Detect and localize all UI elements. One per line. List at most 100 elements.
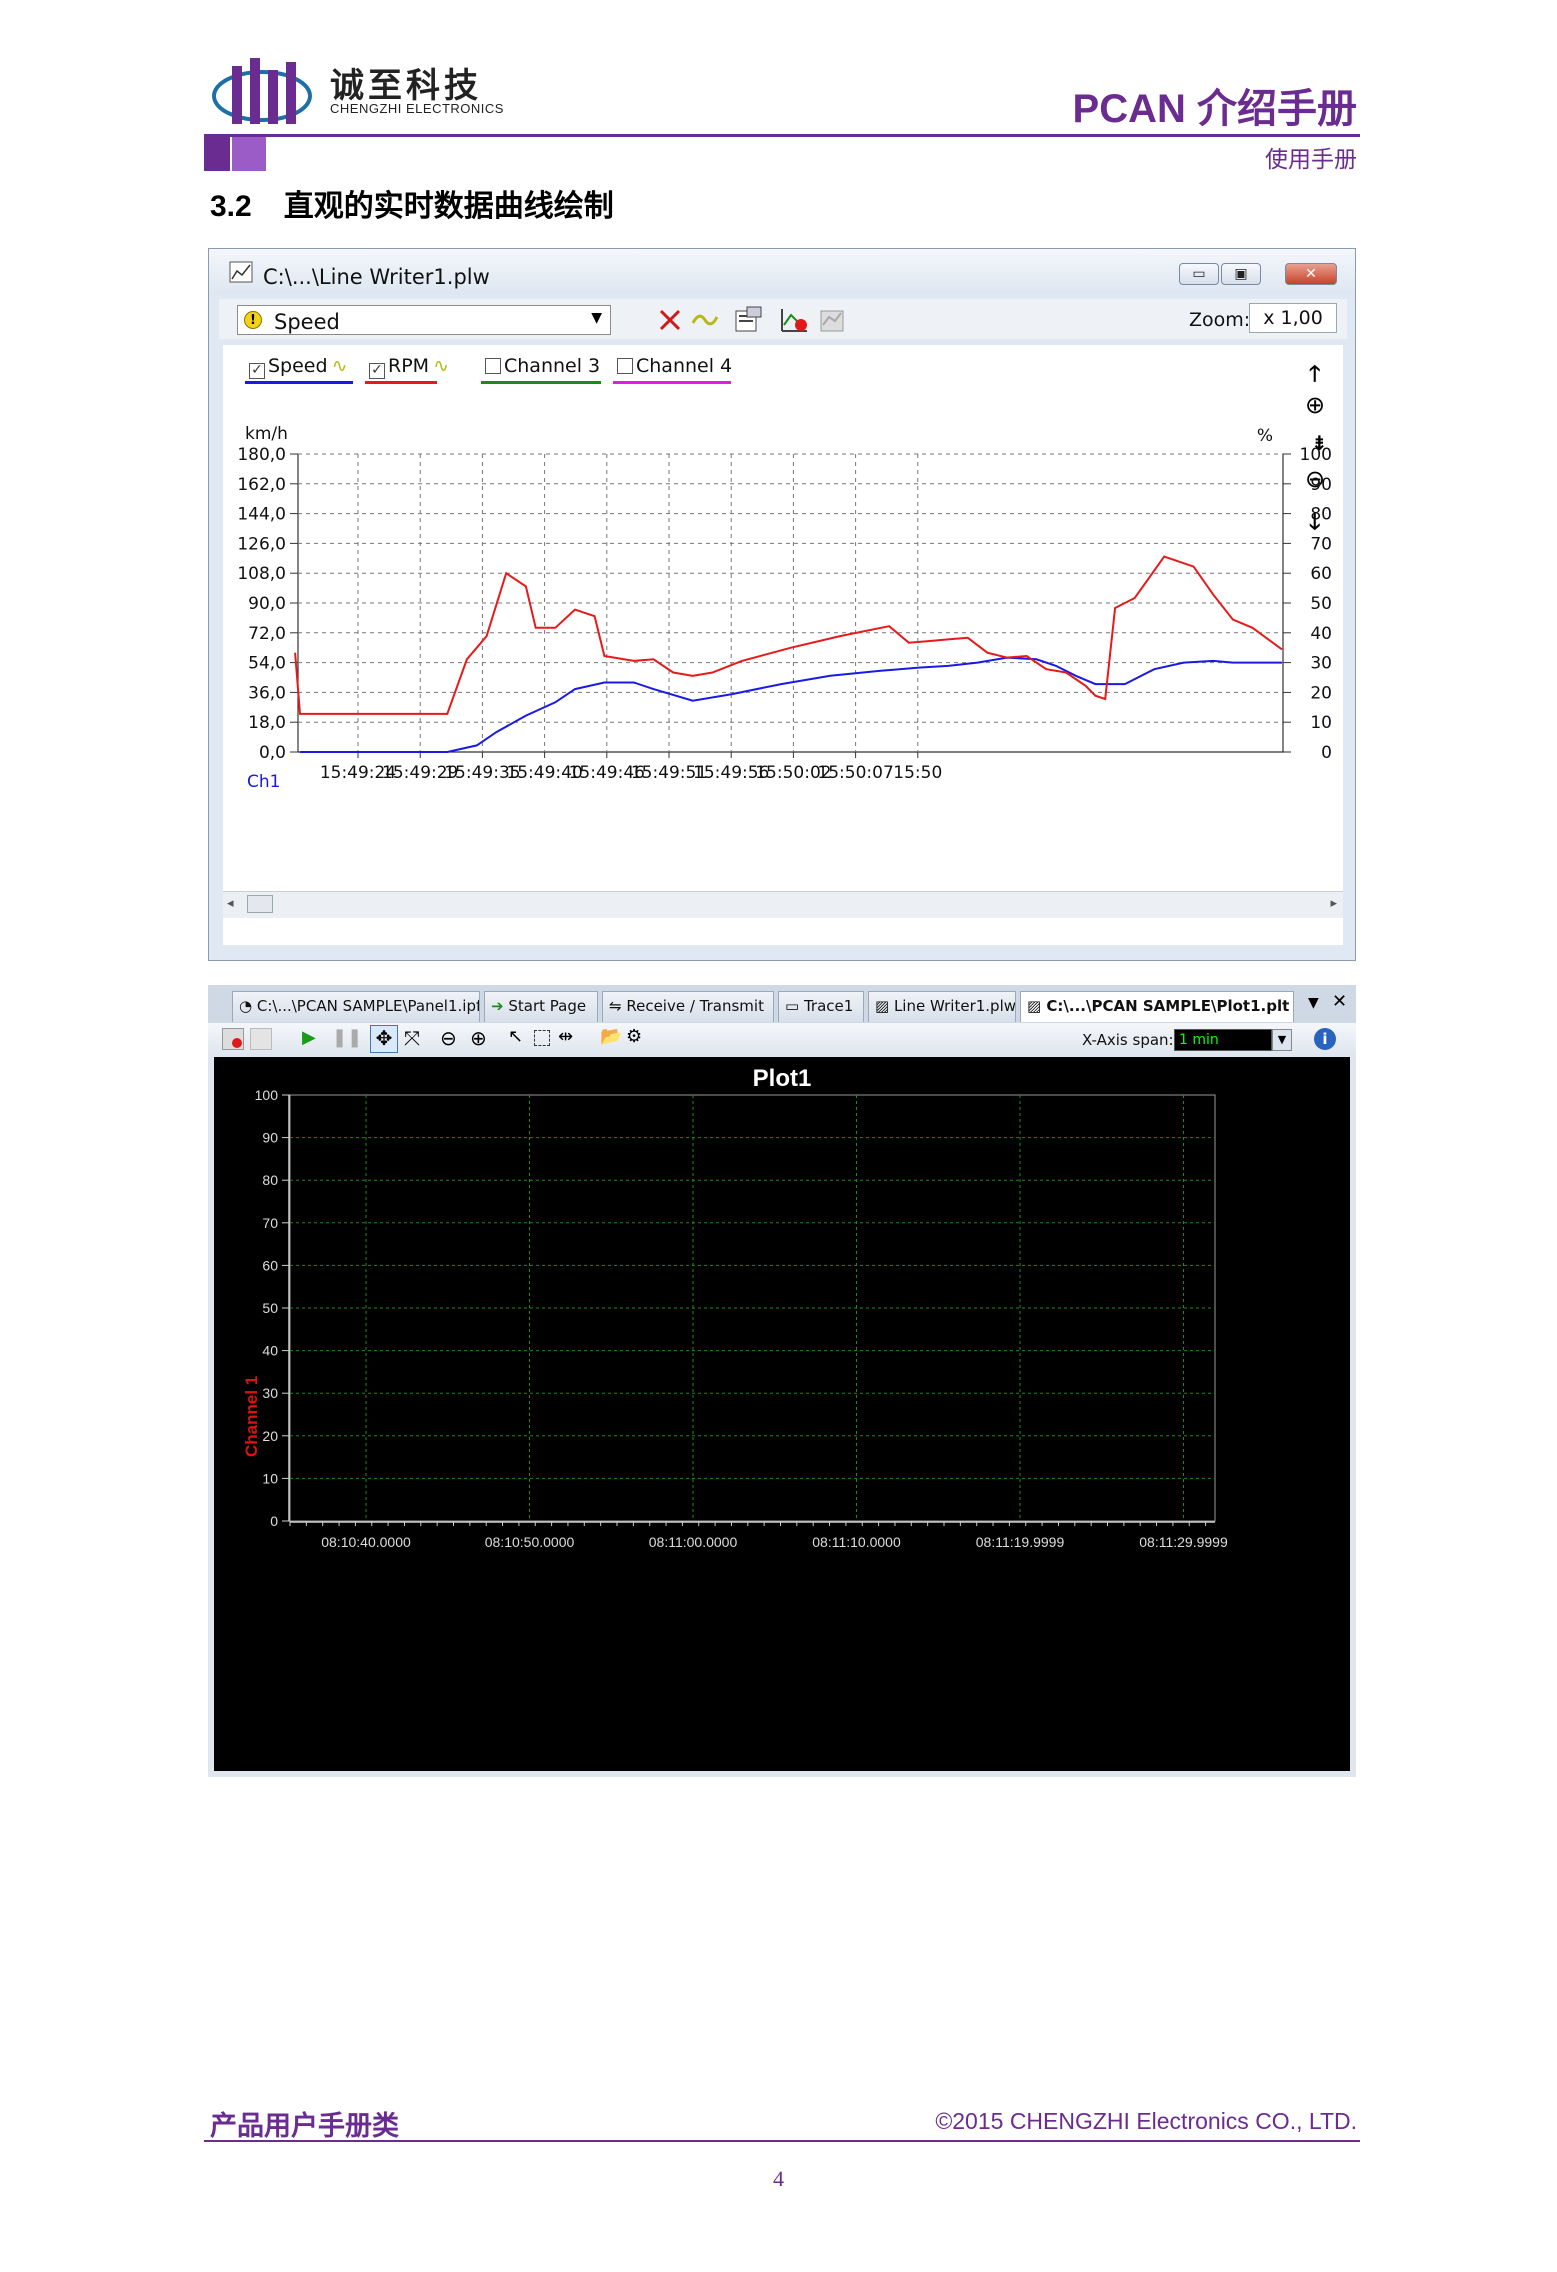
section-title-text: 直观的实时数据曲线绘制 xyxy=(283,189,614,224)
y-tick-label-right: 40 xyxy=(1310,624,1332,644)
y-tick-label-left: 126,0 xyxy=(237,534,286,554)
chevron-down-icon[interactable]: ▼ xyxy=(591,310,602,326)
tab-list-dropdown-icon[interactable]: ▼ xyxy=(1308,995,1319,1011)
x-tick-label: 08:10:50.0000 xyxy=(485,1534,575,1550)
tab-trace1-label: Trace1 xyxy=(803,997,854,1015)
header-divider xyxy=(204,134,1360,137)
document-title: PCAN 介绍手册 xyxy=(1072,87,1357,131)
tab-start-page-label: Start Page xyxy=(508,997,587,1015)
line-writer-icon xyxy=(229,261,253,283)
select-pointer-icon[interactable]: ↖ xyxy=(508,1026,523,1047)
tab-trace1[interactable]: ▭ Trace1 xyxy=(778,991,864,1022)
y-tick-label-left: 36,0 xyxy=(248,683,286,703)
y-tick-label: 50 xyxy=(262,1300,278,1316)
minimize-button[interactable]: ▭ xyxy=(1179,263,1219,285)
y-tick-label: 30 xyxy=(262,1385,278,1401)
tab-panel1[interactable]: ◔ C:\...\PCAN SAMPLE\Panel1.ipf xyxy=(232,991,480,1022)
y-tick-label-left: 72,0 xyxy=(248,624,286,644)
x-axis-span-select[interactable]: 1 min xyxy=(1174,1029,1272,1051)
tab-plot1[interactable]: ▨ C:\...\PCAN SAMPLE\Plot1.plt xyxy=(1020,991,1294,1022)
tab-start-page[interactable]: ➔ Start Page xyxy=(484,991,598,1022)
y-tick-label-right: 60 xyxy=(1310,564,1332,584)
receive-transmit-icon: ⇋ xyxy=(609,997,627,1015)
zoom-field[interactable]: x 1,00 xyxy=(1249,303,1337,333)
y-tick-label: 40 xyxy=(262,1343,278,1359)
y-tick-label: 0 xyxy=(270,1513,278,1529)
properties-icon[interactable] xyxy=(733,305,763,335)
start-page-icon: ➔ xyxy=(491,997,509,1015)
delete-signal-icon[interactable] xyxy=(657,307,683,333)
info-icon[interactable]: i xyxy=(1314,1028,1336,1050)
right-axis-unit: % xyxy=(1257,426,1273,446)
y-tick-label-left: 54,0 xyxy=(248,654,286,674)
tab-receive-transmit[interactable]: ⇋ Receive / Transmit xyxy=(602,991,774,1022)
y-tick-label-right: 90 xyxy=(1310,475,1332,495)
scroll-left-icon[interactable]: ◂ xyxy=(227,896,234,911)
tab-line-writer[interactable]: ▨ Line Writer1.plw xyxy=(868,991,1016,1022)
stop-record-icon[interactable] xyxy=(817,305,849,335)
maximize-button[interactable]: ▣ xyxy=(1221,263,1261,285)
plot-window: ◔ C:\...\PCAN SAMPLE\Panel1.ipf ➔ Start … xyxy=(208,985,1356,1777)
y-tick-label: 10 xyxy=(262,1470,278,1486)
zoom-tool-icon[interactable]: ⤧ xyxy=(404,1026,420,1050)
signal-wave-icon[interactable] xyxy=(691,307,719,333)
logo-company-name-en: CHENGZHI ELECTRONICS xyxy=(330,101,504,116)
select-rectangle-icon[interactable] xyxy=(534,1030,550,1046)
plot1-chart-area: Plot1 Channel 1 100 90 80 70 60 50 40 30 20 10 0 08… xyxy=(214,1057,1350,1771)
y-tick-label: 20 xyxy=(262,1428,278,1444)
warning-icon: ! xyxy=(244,311,262,329)
play-icon[interactable]: ▶ xyxy=(302,1027,316,1048)
y-tick-label-right: 80 xyxy=(1310,505,1332,525)
close-tab-icon[interactable]: ✕ xyxy=(1332,991,1347,1012)
pause-icon[interactable]: ❚❚ xyxy=(332,1027,362,1048)
pan-tool-icon[interactable]: ✥ xyxy=(370,1025,398,1053)
x-tick-label: 08:11:29.9999 xyxy=(1139,1534,1228,1550)
line-chart-area: ✓ Speed ∿ ✓ RPM ∿ Channel 3 Channel 4 🡑 ⊕ ⇟ … xyxy=(223,345,1343,945)
signal-select[interactable]: ! Speed ▼ xyxy=(237,305,611,335)
document-tab-bar: ◔ C:\...\PCAN SAMPLE\Panel1.ipf ➔ Start … xyxy=(208,985,1356,1024)
y-tick-label-right: 20 xyxy=(1310,683,1332,703)
properties-icon[interactable]: ⚙ xyxy=(626,1026,642,1047)
tab-receive-transmit-label: Receive / Transmit xyxy=(626,997,764,1015)
y-tick-label-right: 30 xyxy=(1310,654,1332,674)
left-axis-unit: km/h xyxy=(245,424,288,444)
x-axis-span-value: 1 min xyxy=(1179,1032,1219,1048)
window-title: C:\...\Line Writer1.plw xyxy=(263,265,490,289)
y-tick-label-left: 162,0 xyxy=(237,475,286,495)
trace-icon: ▭ xyxy=(785,997,804,1015)
close-button[interactable]: ✕ xyxy=(1285,263,1337,285)
zoom-out-icon[interactable]: ⊖ xyxy=(440,1026,457,1050)
y-tick-label-right: 50 xyxy=(1310,594,1332,614)
scroll-right-icon[interactable]: ▸ xyxy=(1330,896,1337,911)
x-tick-label: 08:11:10.0000 xyxy=(812,1534,901,1550)
zoom-in-icon[interactable]: ⊕ xyxy=(470,1026,487,1050)
x-tick-label: 08:11:19.9999 xyxy=(976,1534,1065,1550)
x-axis-span-label: X-Axis span: xyxy=(1082,1031,1174,1049)
x-tick-label: 08:10:40.0000 xyxy=(321,1534,411,1550)
series-line-rpm xyxy=(294,555,1283,715)
footer-copyright: ©2015 CHENGZHI Electronics CO., LTD. xyxy=(935,2108,1357,2134)
scrollbar-thumb[interactable] xyxy=(247,895,273,913)
section-number: 3.2 xyxy=(210,190,252,223)
x-tick-label: 15:50:07 xyxy=(817,763,893,783)
record-icon[interactable] xyxy=(222,1028,244,1050)
y-tick-label-left: 18,0 xyxy=(248,713,286,733)
zoom-label: Zoom: xyxy=(1189,309,1251,331)
channel-label: Ch1 xyxy=(247,772,280,792)
line-writer-icon: ▨ xyxy=(875,997,894,1015)
chevron-down-icon[interactable]: ▼ xyxy=(1272,1029,1292,1051)
y-tick-label-left: 90,0 xyxy=(248,594,286,614)
x-tick-label: 08:11:00.0000 xyxy=(649,1534,738,1550)
tab-panel1-label: C:\...\PCAN SAMPLE\Panel1.ipf xyxy=(256,997,480,1015)
footer-category: 产品用户手册类 xyxy=(210,2111,399,2142)
document-subtitle: 使用手册 xyxy=(1265,147,1357,173)
open-file-icon[interactable]: 📂 xyxy=(600,1026,622,1047)
stop-record-icon[interactable] xyxy=(250,1028,272,1050)
page-number: 4 xyxy=(773,2166,784,2191)
record-icon[interactable] xyxy=(779,305,811,335)
horizontal-scrollbar[interactable]: ◂ ▸ xyxy=(223,891,1343,918)
company-logo xyxy=(212,58,312,124)
cursor-icon[interactable]: ⇹ xyxy=(558,1026,573,1047)
y-tick-label-right: 0 xyxy=(1321,743,1332,763)
series-line-speed xyxy=(300,656,1282,753)
